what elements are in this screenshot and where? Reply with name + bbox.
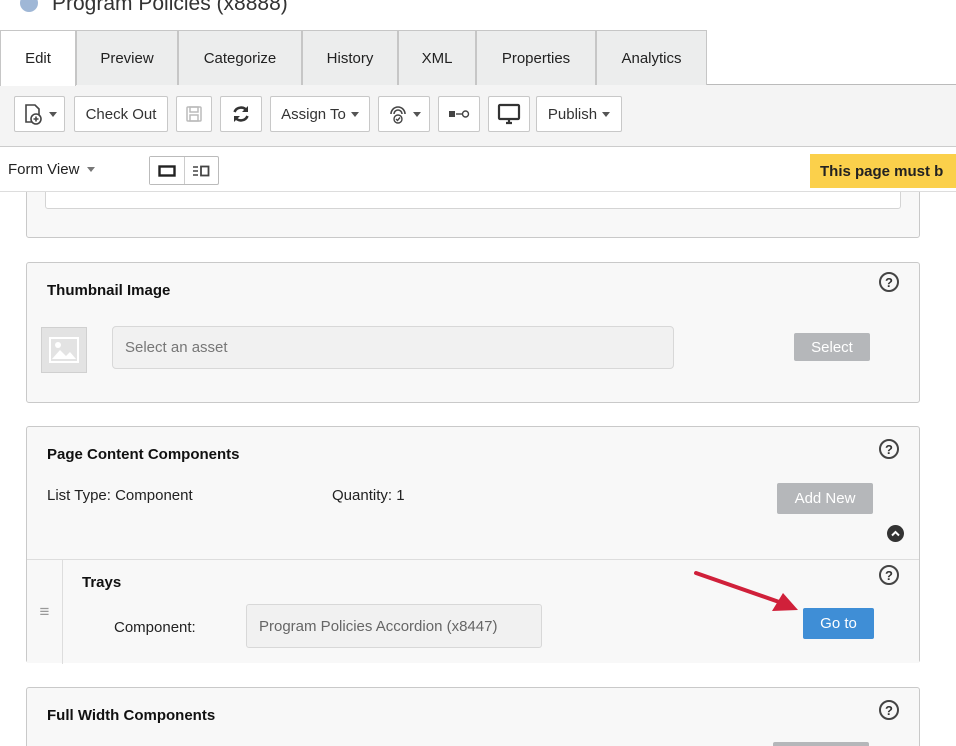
image-placeholder-icon xyxy=(41,327,87,373)
form-view-label: Form View xyxy=(8,161,80,178)
tab-properties[interactable]: Properties xyxy=(476,30,596,85)
list-type-text: List Type: Component xyxy=(47,487,193,504)
tab-history[interactable]: History xyxy=(302,30,398,85)
publish-label: Publish xyxy=(547,105,598,123)
go-to-button[interactable]: Go to xyxy=(803,608,874,639)
assign-to-button[interactable]: Assign To xyxy=(270,96,370,132)
refresh-icon xyxy=(233,106,249,122)
tab-preview[interactable]: Preview xyxy=(76,30,178,85)
monitor-icon xyxy=(497,103,521,125)
assign-to-label: Assign To xyxy=(281,105,346,123)
quantity-text: Quantity: 1 xyxy=(332,487,405,504)
tray-title: Trays xyxy=(82,574,122,591)
chevron-down-icon xyxy=(602,111,611,117)
chevron-down-icon xyxy=(350,111,359,117)
publish-button[interactable]: Publish xyxy=(536,96,622,132)
workflow-button[interactable] xyxy=(378,96,430,132)
tab-analytics[interactable]: Analytics xyxy=(596,30,707,85)
help-icon[interactable]: ? xyxy=(879,565,899,585)
workflow-icon xyxy=(389,106,406,124)
help-icon[interactable]: ? xyxy=(879,439,899,459)
tray-item: ≡ Trays ? Component: Program Policies Ac… xyxy=(27,559,919,664)
chevron-down-icon xyxy=(49,111,57,117)
form-view-dropdown[interactable]: Form View xyxy=(8,161,96,178)
help-icon[interactable]: ? xyxy=(879,272,899,292)
add-new-button-partial[interactable] xyxy=(773,742,869,746)
previous-field[interactable]: 34399730301 xyxy=(45,192,901,209)
form-content: 34399730301 Thumbnail Image ? Select an … xyxy=(0,192,956,746)
component-field[interactable]: Program Policies Accordion (x8447) xyxy=(246,604,542,648)
toolbar: Check Out Assign To Publish xyxy=(0,85,956,147)
page-content-title: Page Content Components xyxy=(47,446,240,463)
full-width-title: Full Width Components xyxy=(47,707,216,724)
refresh-button[interactable] xyxy=(220,96,262,132)
info-icon xyxy=(20,0,38,12)
new-page-button[interactable] xyxy=(14,96,65,132)
save-icon xyxy=(186,106,202,122)
collapse-icon[interactable] xyxy=(887,525,904,542)
save-button[interactable] xyxy=(176,96,212,132)
thumbnail-title: Thumbnail Image xyxy=(47,282,171,299)
help-icon[interactable]: ? xyxy=(879,700,899,720)
chevron-down-icon xyxy=(412,111,421,117)
title-bar: Program Policies (x8888) xyxy=(0,0,956,30)
component-label: Component: xyxy=(114,619,196,636)
new-page-icon xyxy=(25,104,42,125)
transfer-button[interactable] xyxy=(438,96,480,132)
preview-button[interactable] xyxy=(488,96,530,132)
thumbnail-panel: Thumbnail Image ? Select an asset Select xyxy=(26,262,920,403)
tab-categorize[interactable]: Categorize xyxy=(178,30,302,85)
full-width-panel: Full Width Components ? xyxy=(26,687,920,746)
single-view-button[interactable] xyxy=(150,157,184,184)
chevron-down-icon xyxy=(87,167,96,172)
transfer-icon xyxy=(449,110,470,118)
tab-edit[interactable]: Edit xyxy=(0,30,76,86)
warning-banner: This page must b xyxy=(810,154,956,188)
check-out-button[interactable]: Check Out xyxy=(74,96,168,132)
asset-input[interactable]: Select an asset xyxy=(112,326,674,369)
drag-handle-icon[interactable]: ≡ xyxy=(27,560,63,664)
single-pane-icon xyxy=(158,164,176,177)
split-pane-icon xyxy=(193,165,210,176)
previous-panel: 34399730301 xyxy=(26,192,920,238)
select-button[interactable]: Select xyxy=(794,333,870,361)
tab-bar: Edit Preview Categorize History XML Prop… xyxy=(0,30,956,86)
tab-xml[interactable]: XML xyxy=(398,30,476,85)
view-toggle xyxy=(149,156,219,185)
add-new-button[interactable]: Add New xyxy=(777,483,873,514)
page-title: Program Policies (x8888) xyxy=(52,0,288,15)
page-content-panel: Page Content Components ? List Type: Com… xyxy=(26,426,920,664)
split-view-button[interactable] xyxy=(183,157,218,184)
